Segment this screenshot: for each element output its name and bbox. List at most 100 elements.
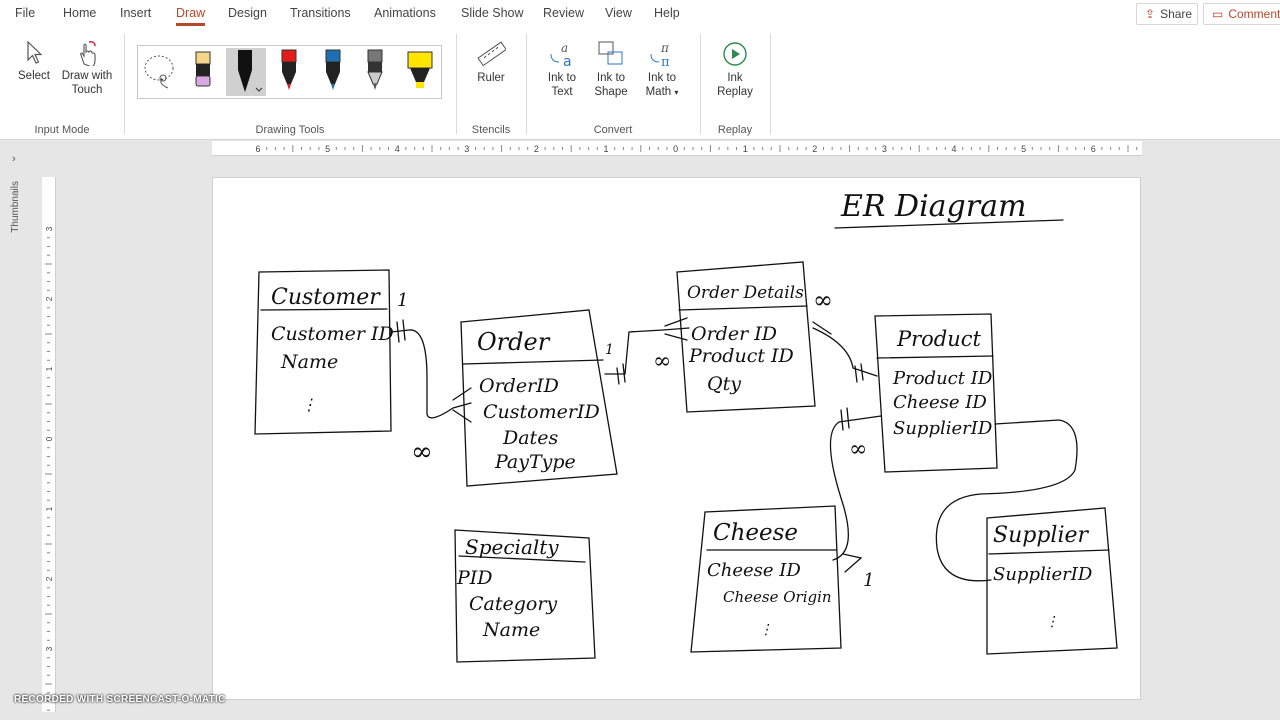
relationship-line [604,327,690,375]
ruler-tick-label: 3 [45,646,54,651]
entity-title-product: Product [896,327,982,351]
relationship-line [935,419,1078,582]
tab-file[interactable]: File [15,6,35,20]
ink-to-text-button[interactable]: a a Ink to Text [540,40,584,99]
thumbnails-label[interactable]: Thumbnails [10,181,21,233]
group-label-convert: Convert [593,124,633,136]
svg-text:π: π [661,55,670,68]
comments-button[interactable]: ▭ Comments [1203,3,1280,25]
one-bar-mark [840,407,850,431]
ruler-tick-label: 3 [45,226,54,231]
group-label-drawing-tools: Drawing Tools [255,124,325,136]
ruler-tick-label: 0 [673,144,678,154]
cardinality-one: 1 [397,290,408,311]
cardinality-many: ∞ [849,437,867,462]
attr: Cheese ID [707,560,801,581]
entity-title-cheese: Cheese [713,520,798,546]
attr-ellipsis: ⋮ [1045,614,1059,630]
svg-text:π: π [660,41,670,55]
thumbnails-pane-collapsed: › Thumbnails [0,141,34,720]
attr: Cheese ID [893,392,987,413]
tab-transitions[interactable]: Transitions [290,6,351,20]
tab-design[interactable]: Design [228,6,267,20]
ink-to-shape-button[interactable]: Ink to Shape [589,40,633,99]
ink-to-math-button[interactable]: π π Ink to Math ▾ [639,40,685,100]
svg-text:a: a [561,41,568,55]
tab-home[interactable]: Home [63,6,96,20]
highlighter-yellow[interactable] [400,48,440,96]
cursor-arrow-icon [27,40,43,64]
replay-icon [723,42,747,66]
attr: PayType [494,451,576,473]
attr: Name [482,619,540,641]
ruler-tick-label: 4 [951,144,956,154]
tab-help[interactable]: Help [654,6,680,20]
ruler-tick-label: 1 [743,144,748,154]
tab-view[interactable]: View [605,6,632,20]
tab-animations[interactable]: Animations [374,6,436,20]
ruler-tick-label: 2 [45,576,54,581]
tab-insert[interactable]: Insert [120,6,151,20]
group-divider [770,34,771,134]
attr: CustomerID [483,401,600,423]
pen-red[interactable] [270,48,310,96]
attr: Name [280,351,338,373]
touch-hand-icon [80,41,96,66]
entity-divider [678,305,808,311]
ink-to-shape-icon [598,41,623,65]
pencil-gray[interactable] [356,48,396,96]
vertical-ruler: 3 2 1 0 1 2 3 [42,177,56,712]
slide-canvas[interactable]: ER Diagram Customer Customer ID Name ⋮ 1… [212,177,1141,700]
chevron-right-icon[interactable]: › [12,153,16,165]
attr-ellipsis: ⋮ [301,395,317,414]
ruler-tick-label: 3 [464,144,469,154]
group-divider [700,34,701,134]
entity-title-order: Order [477,328,551,356]
attr: Product ID [892,368,993,389]
pen-black[interactable] [226,48,266,96]
attr: SupplierID [893,418,993,439]
attr: OrderID [479,375,559,397]
ruler-button[interactable]: Ruler [470,40,512,85]
ruler-tick-label: 6 [1091,144,1096,154]
cardinality-one: 1 [605,342,614,358]
entity-title-supplier: Supplier [993,523,1089,548]
ruler-tick-label: 2 [45,296,54,301]
pen-blue[interactable] [314,48,354,96]
attr: Order ID [691,323,777,345]
ink-replay-button[interactable]: Ink Replay [714,40,756,99]
eraser-tool[interactable] [184,48,224,96]
entity-divider [988,549,1110,555]
tab-slide-show[interactable]: Slide Show [461,6,524,20]
ruler-tick-label: 1 [603,144,608,154]
ruler-tick-label: 2 [812,144,817,154]
relationship-line [812,327,878,377]
eraser-icon [195,51,211,87]
black-pen-icon [238,50,263,92]
ruler-tick-label: 3 [882,144,887,154]
cardinality-many: ∞ [653,349,671,374]
tab-draw[interactable]: Draw [176,6,206,26]
red-pen-icon [281,49,297,90]
blue-pen-icon [325,49,341,90]
one-bar-mark [854,363,864,383]
recording-watermark: RECORDED WITH SCREENCAST-O-MATIC [14,694,226,705]
attr: Customer ID [271,323,394,345]
draw-with-touch-button[interactable]: Draw with Touch [58,40,116,97]
share-button[interactable]: ⇪ Share [1136,3,1198,25]
attr: PID [456,567,493,589]
lasso-select-tool[interactable] [140,48,180,96]
entity-title-customer: Customer [271,285,381,310]
ruler-tick-label: 1 [45,366,54,371]
svg-text:a: a [563,54,572,68]
crowfoot [842,553,863,573]
ruler-tick-label: 2 [534,144,539,154]
gray-pencil-icon [367,49,383,90]
tab-review[interactable]: Review [543,6,584,20]
ruler-tick-label: 5 [1021,144,1026,154]
ruler-tick-label: 6 [255,144,260,154]
attr: Qty [707,373,741,395]
entity-title-order-details: Order Details [687,283,804,303]
select-button[interactable]: Select [14,40,54,83]
attr: Dates [502,427,558,449]
